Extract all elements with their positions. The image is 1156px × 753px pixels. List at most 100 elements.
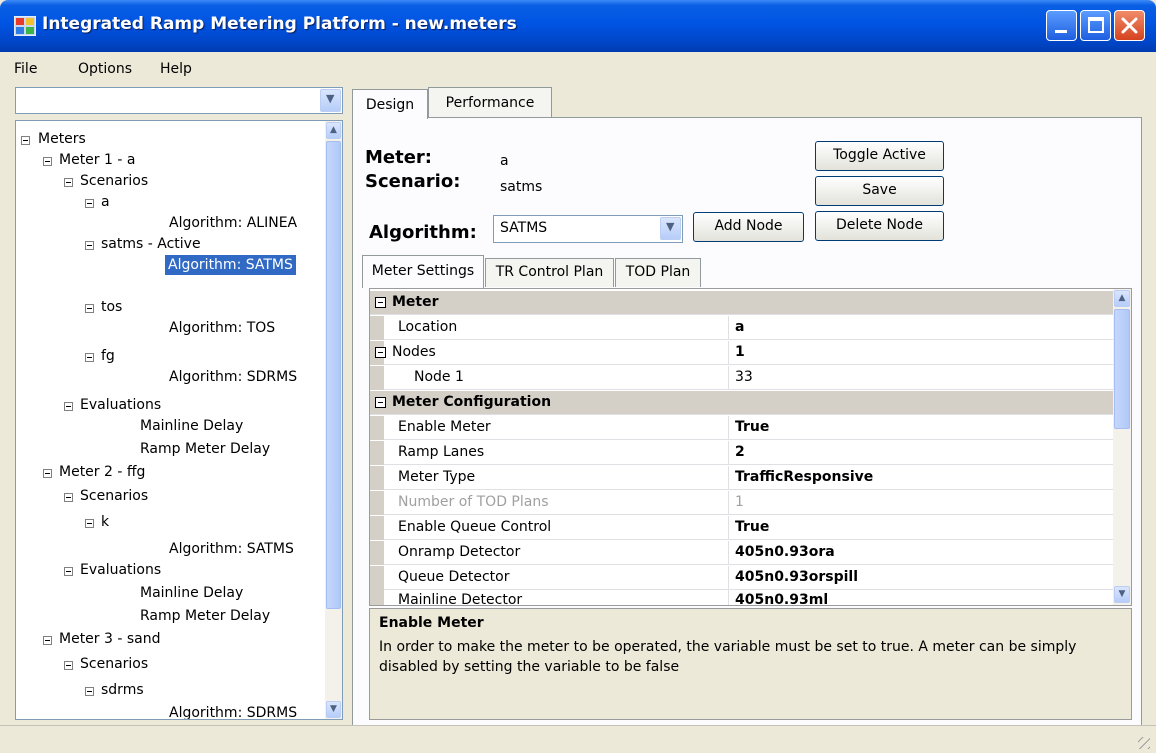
property-value[interactable]: 2 xyxy=(735,444,745,460)
menu-options[interactable]: Options xyxy=(78,61,132,77)
algorithm-dropdown-button[interactable]: ▼ xyxy=(660,217,681,240)
tree-node-evaluation[interactable]: Ramp Meter Delay xyxy=(140,606,270,626)
tree-scrollbar[interactable]: ▲ ▼ xyxy=(325,121,342,719)
expander-icon[interactable] xyxy=(43,157,52,166)
algorithm-select[interactable]: SATMS ▼ xyxy=(493,215,683,243)
expander-icon[interactable] xyxy=(85,687,94,696)
tree-node-algorithm-selected[interactable]: Algorithm: SATMS xyxy=(165,255,296,275)
grid-row[interactable]: Enable Meter True xyxy=(370,416,1114,440)
tree-node-evaluation[interactable]: Ramp Meter Delay xyxy=(140,439,270,459)
tree-node-algorithm[interactable]: Algorithm: SDRMS xyxy=(169,367,297,387)
tab-tr-control-plan[interactable]: TR Control Plan xyxy=(485,258,614,287)
tree-node-scenario-satms[interactable]: satms - Active xyxy=(101,234,201,254)
grid-row[interactable]: Ramp Lanes 2 xyxy=(370,441,1114,465)
expander-icon[interactable] xyxy=(85,519,94,528)
title-bar[interactable]: Integrated Ramp Metering Platform - new.… xyxy=(0,0,1156,52)
resize-grip-icon[interactable] xyxy=(1138,737,1150,749)
grid-row[interactable]: Location a xyxy=(370,316,1114,340)
expander-icon[interactable] xyxy=(43,469,52,478)
property-value[interactable]: a xyxy=(735,319,744,335)
expander-icon[interactable] xyxy=(85,199,94,208)
property-grid[interactable]: Meter Location a Nodes 1 Node 1 33 Meter… xyxy=(369,288,1132,606)
expander-icon[interactable] xyxy=(64,402,73,411)
grid-scrollbar[interactable]: ▲ ▼ xyxy=(1113,289,1131,605)
grid-row[interactable]: Meter Type TrafficResponsive xyxy=(370,466,1114,490)
tree-node-algorithm[interactable]: Algorithm: SDRMS xyxy=(169,703,297,719)
tree-node-meter3[interactable]: Meter 3 - sand xyxy=(59,629,161,649)
tree-node-algorithm[interactable]: Algorithm: ALINEA xyxy=(169,213,297,233)
menu-help[interactable]: Help xyxy=(160,61,192,77)
property-value[interactable]: 1 xyxy=(735,344,745,360)
grid-category-meter-configuration[interactable]: Meter Configuration xyxy=(370,391,1114,415)
tree-node-scenario-a[interactable]: a xyxy=(101,192,110,212)
property-value[interactable]: True xyxy=(735,519,769,535)
property-value[interactable]: TrafficResponsive xyxy=(735,469,873,485)
expander-icon[interactable] xyxy=(85,353,94,362)
minimize-button[interactable] xyxy=(1046,10,1077,41)
expander-icon[interactable] xyxy=(64,661,73,670)
property-help-box: Enable Meter In order to make the meter … xyxy=(369,608,1132,720)
scroll-thumb[interactable] xyxy=(1114,309,1130,429)
property-value[interactable]: 405n0.93ora xyxy=(735,544,835,560)
menu-file[interactable]: File xyxy=(14,61,37,77)
expander-icon[interactable] xyxy=(64,178,73,187)
tree-node-scenarios[interactable]: Scenarios xyxy=(80,654,148,674)
tree-node-meter2[interactable]: Meter 2 - ffg xyxy=(59,462,145,482)
property-value[interactable]: 405n0.93orspill xyxy=(735,569,858,585)
scroll-thumb[interactable] xyxy=(326,141,341,609)
meter-filter-combo[interactable]: ▼ xyxy=(15,87,343,114)
tree-node-evaluations[interactable]: Evaluations xyxy=(80,395,161,415)
tab-meter-settings[interactable]: Meter Settings xyxy=(362,255,484,288)
expander-icon[interactable] xyxy=(64,567,73,576)
expander-icon[interactable] xyxy=(43,636,52,645)
tree-node-evaluation[interactable]: Mainline Delay xyxy=(140,583,243,603)
add-node-button[interactable]: Add Node xyxy=(693,212,804,242)
scroll-up-arrow-icon[interactable]: ▲ xyxy=(326,122,341,139)
tree-node-scenario-sdrms[interactable]: sdrms xyxy=(101,680,144,700)
tab-design[interactable]: Design xyxy=(352,89,428,119)
collapse-icon[interactable] xyxy=(375,397,386,408)
grid-row[interactable]: Queue Detector 405n0.93orspill xyxy=(370,566,1114,590)
tree-node-algorithm[interactable]: Algorithm: TOS xyxy=(169,318,275,338)
maximize-button[interactable] xyxy=(1080,10,1111,41)
expander-icon[interactable] xyxy=(64,493,73,502)
tab-tod-plan[interactable]: TOD Plan xyxy=(615,258,701,287)
delete-node-button[interactable]: Delete Node xyxy=(815,211,944,241)
scroll-down-arrow-icon[interactable]: ▼ xyxy=(326,701,341,718)
toggle-active-button[interactable]: Toggle Active xyxy=(815,141,944,171)
scroll-up-arrow-icon[interactable]: ▲ xyxy=(1114,290,1130,307)
combo-dropdown-button[interactable]: ▼ xyxy=(320,89,341,112)
grid-row[interactable]: Nodes 1 xyxy=(370,341,1114,365)
tree-node-evaluation[interactable]: Mainline Delay xyxy=(140,416,243,436)
collapse-icon[interactable] xyxy=(375,297,386,308)
meters-tree[interactable]: Meters Meter 1 - a Scenarios a Algorithm… xyxy=(15,120,343,720)
scroll-down-arrow-icon[interactable]: ▼ xyxy=(1114,586,1130,603)
tree-node-scenario-fg[interactable]: fg xyxy=(101,346,115,366)
tree-node-meters[interactable]: Meters xyxy=(38,129,86,149)
grid-category-meter[interactable]: Meter xyxy=(370,291,1114,315)
tree-node-scenarios[interactable]: Scenarios xyxy=(80,171,148,191)
tree-node-algorithm[interactable]: Algorithm: SATMS xyxy=(169,539,294,559)
expander-icon[interactable] xyxy=(85,241,94,250)
expander-icon[interactable] xyxy=(21,136,30,145)
collapse-icon[interactable] xyxy=(375,347,386,358)
tree-node-scenario-k[interactable]: k xyxy=(101,512,109,532)
property-value[interactable]: 405n0.93ml xyxy=(735,592,828,605)
expander-icon[interactable] xyxy=(85,304,94,313)
property-value[interactable]: True xyxy=(735,419,769,435)
grid-row[interactable]: Node 1 33 xyxy=(370,366,1114,390)
grid-row[interactable]: Onramp Detector 405n0.93ora xyxy=(370,541,1114,565)
tree-node-meter1[interactable]: Meter 1 - a xyxy=(59,150,135,170)
grid-row[interactable]: Enable Queue Control True xyxy=(370,516,1114,540)
grid-row[interactable]: Mainline Detector 405n0.93ml xyxy=(370,589,1114,605)
menu-bar: File Options Help xyxy=(0,52,1156,85)
save-button[interactable]: Save xyxy=(815,176,944,206)
close-button[interactable] xyxy=(1114,10,1145,41)
column-divider xyxy=(728,441,729,465)
tree-node-evaluations[interactable]: Evaluations xyxy=(80,560,161,580)
tree-node-scenario-tos[interactable]: tos xyxy=(101,297,122,317)
meter-label: Meter: xyxy=(365,147,433,168)
tab-performance[interactable]: Performance xyxy=(428,87,552,117)
property-value[interactable]: 33 xyxy=(735,369,753,385)
tree-node-scenarios[interactable]: Scenarios xyxy=(80,486,148,506)
